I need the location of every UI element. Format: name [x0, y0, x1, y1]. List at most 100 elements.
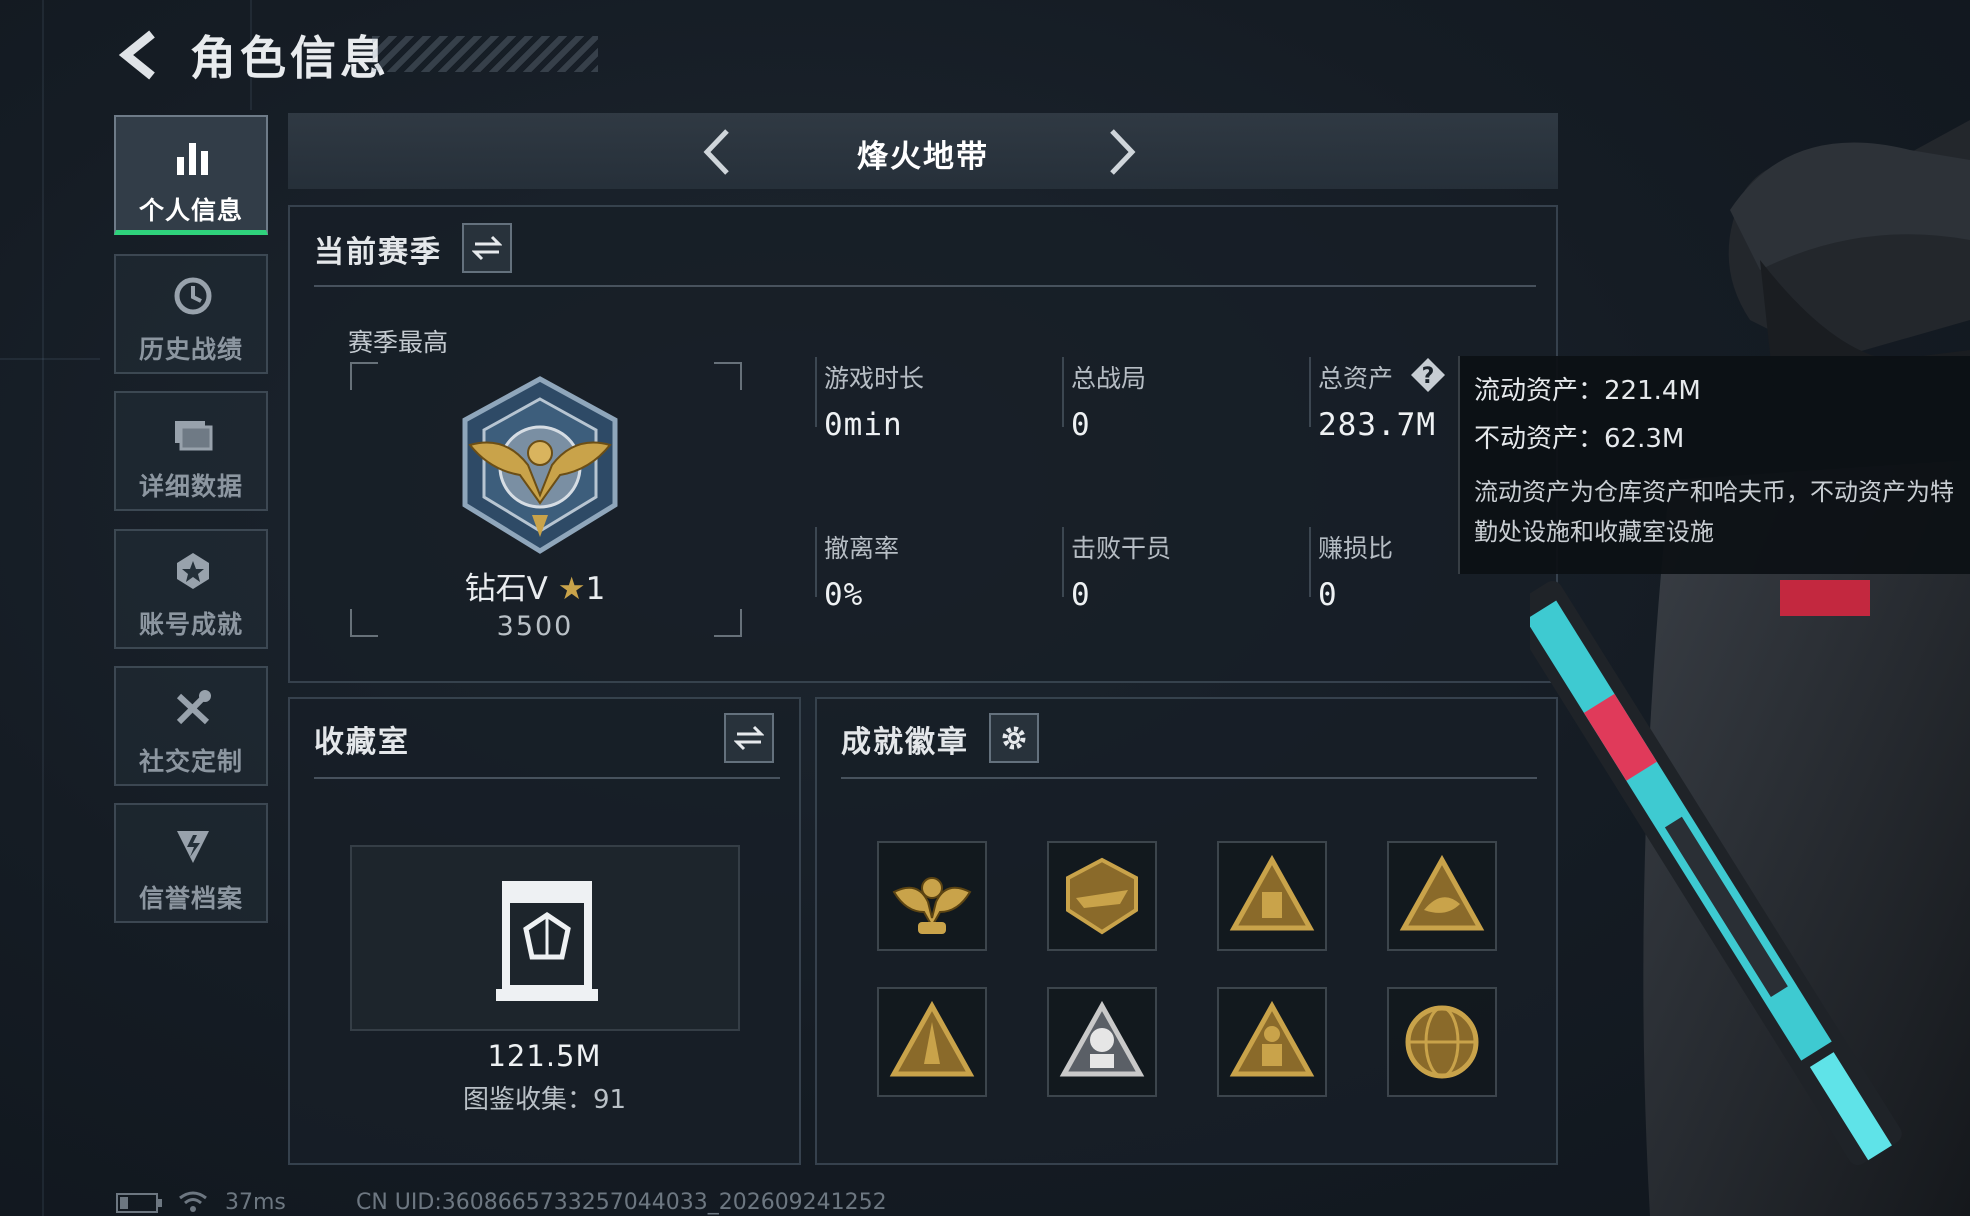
divider	[314, 777, 780, 779]
page-title: 角色信息	[190, 31, 390, 85]
stat-value-kills: 0	[1071, 577, 1091, 613]
stat-label-total-matches: 总战局	[1071, 364, 1147, 393]
tooltip-fixed-assets: 不动资产：62.3M	[1474, 424, 1685, 454]
sidebar-item-social[interactable]: 社交定制	[114, 666, 268, 786]
eagle-badge-icon	[892, 877, 972, 934]
sidebar-item-personal-info[interactable]: 个人信息	[114, 115, 268, 235]
tooltip-liquid-assets: 流动资产：221.4M	[1474, 376, 1701, 406]
stat-separator	[1309, 527, 1311, 597]
season-heading: 当前赛季	[314, 235, 442, 270]
stat-value-extract-rate: 0%	[824, 577, 864, 613]
frame-corner	[714, 362, 742, 390]
achievement-badge[interactable]	[1217, 987, 1327, 1097]
stat-label-extract-rate: 撤离率	[824, 534, 900, 563]
stat-separator	[815, 527, 817, 597]
sidebar-item-credit[interactable]: 信誉档案	[114, 803, 268, 923]
stat-separator	[1062, 527, 1064, 597]
stat-value-total-assets: 283.7M	[1318, 407, 1436, 443]
achievements-heading: 成就徽章	[841, 725, 969, 760]
swap-icon	[734, 725, 764, 751]
stat-label-profit-ratio: 赚损比	[1318, 534, 1394, 563]
ping-text: 37ms	[225, 1190, 286, 1215]
achievement-badge[interactable]	[1047, 987, 1157, 1097]
divider	[314, 285, 1536, 287]
assets-help-button[interactable]: ?	[1410, 357, 1446, 393]
sidebar-item-details[interactable]: 详细数据	[114, 391, 268, 511]
sidebar-item-label: 信誉档案	[138, 884, 243, 913]
mode-title: 烽火地带	[857, 139, 989, 175]
sidebar-item-label: 社交定制	[138, 747, 243, 776]
hud-line	[0, 358, 100, 360]
stat-label-kills: 击败干员	[1071, 534, 1172, 563]
stat-value-total-matches: 0	[1071, 407, 1091, 443]
assets-tooltip: 流动资产：221.4M 不动资产：62.3M 流动资产为仓库资产和哈夫币，不动资…	[1458, 356, 1970, 574]
uid-text: CN UID:3608665733257044033_202609241252	[356, 1190, 887, 1215]
wifi-icon	[179, 1191, 207, 1212]
emblem-badge-icon	[1066, 857, 1138, 935]
collection-switch-button[interactable]	[724, 713, 774, 763]
triangle-fish-badge-icon	[1399, 854, 1485, 931]
sidebar-item-label: 历史战绩	[138, 335, 243, 364]
triangle-robot-badge-icon	[1059, 1000, 1145, 1077]
stat-separator	[1309, 357, 1311, 427]
achievement-badge[interactable]	[1047, 841, 1157, 951]
bar-chart-icon	[177, 143, 208, 175]
sidebar-item-achievements[interactable]: 账号成就	[114, 529, 268, 649]
hud-line	[42, 0, 44, 1216]
achievements-settings-button[interactable]	[989, 713, 1039, 763]
svg-text:?: ?	[1422, 364, 1435, 389]
back-button[interactable]	[112, 28, 166, 82]
clock-icon	[174, 277, 212, 315]
sidebar-item-history[interactable]: 历史战绩	[114, 254, 268, 374]
rank-stars: 1	[585, 571, 606, 607]
sidebar-item-label: 个人信息	[138, 196, 243, 225]
achievement-badge[interactable]	[877, 841, 987, 951]
star-icon: ★	[557, 571, 586, 607]
collection-catalog: 图鉴收集：91	[462, 1085, 627, 1115]
rank-score: 3500	[496, 611, 574, 642]
tooltip-description: 流动资产为仓库资产和哈夫币，不动资产为特勤处设施和收藏室设施	[1474, 478, 1954, 546]
shield-bolt-icon	[177, 831, 209, 863]
season-switch-button[interactable]	[462, 223, 512, 273]
folder-icon	[175, 421, 213, 451]
sidebar-item-label: 详细数据	[138, 472, 243, 501]
character-illustration	[1530, 120, 1970, 1216]
stat-separator	[1062, 357, 1064, 427]
swap-icon	[472, 235, 502, 261]
rank-name: 钻石V	[464, 571, 548, 607]
divider	[841, 777, 1537, 779]
achievement-badge[interactable]	[877, 987, 987, 1097]
collection-panel: 收藏室 121.5M 图鉴收集：91	[288, 697, 801, 1165]
stat-value-profit-ratio: 0	[1318, 577, 1338, 613]
vault-icon	[496, 881, 598, 1001]
mode-switcher: 烽火地带	[288, 113, 1558, 189]
rank-emblem-icon	[462, 376, 618, 554]
season-best-label: 赛季最高	[348, 328, 449, 357]
globe-badge-icon	[1405, 1005, 1479, 1079]
triangle-soldier-badge-icon	[1229, 1000, 1315, 1077]
season-panel: 当前赛季 赛季最高 钻石V ★1 3500 游戏时长 0min 总战局 0 总资…	[288, 205, 1558, 683]
rank-line: 钻石V ★1	[290, 563, 780, 608]
battery-icon	[116, 1193, 162, 1213]
sidebar-item-label: 账号成就	[138, 610, 243, 639]
achievement-badge[interactable]	[1217, 841, 1327, 951]
tools-icon	[176, 690, 211, 725]
question-icon: ?	[1411, 358, 1445, 392]
title-decoration	[372, 36, 598, 72]
gear-icon	[1002, 726, 1026, 750]
stat-separator	[815, 357, 817, 427]
back-arrow-icon	[118, 30, 155, 80]
badge-star-icon	[177, 553, 209, 589]
next-mode-button[interactable]	[1096, 125, 1146, 179]
collection-preview[interactable]	[350, 845, 740, 1031]
triangle-tower-badge-icon	[889, 1000, 975, 1077]
achievement-badge[interactable]	[1387, 987, 1497, 1097]
collection-value: 121.5M	[487, 1039, 602, 1073]
stat-label-playtime: 游戏时长	[824, 364, 925, 393]
frame-corner	[350, 362, 378, 390]
triangle-badge-icon	[1229, 854, 1315, 931]
achievement-badge[interactable]	[1387, 841, 1497, 951]
stat-value-playtime: 0min	[824, 407, 903, 443]
collection-heading: 收藏室	[314, 725, 410, 760]
stat-label-total-assets: 总资产	[1318, 364, 1394, 393]
